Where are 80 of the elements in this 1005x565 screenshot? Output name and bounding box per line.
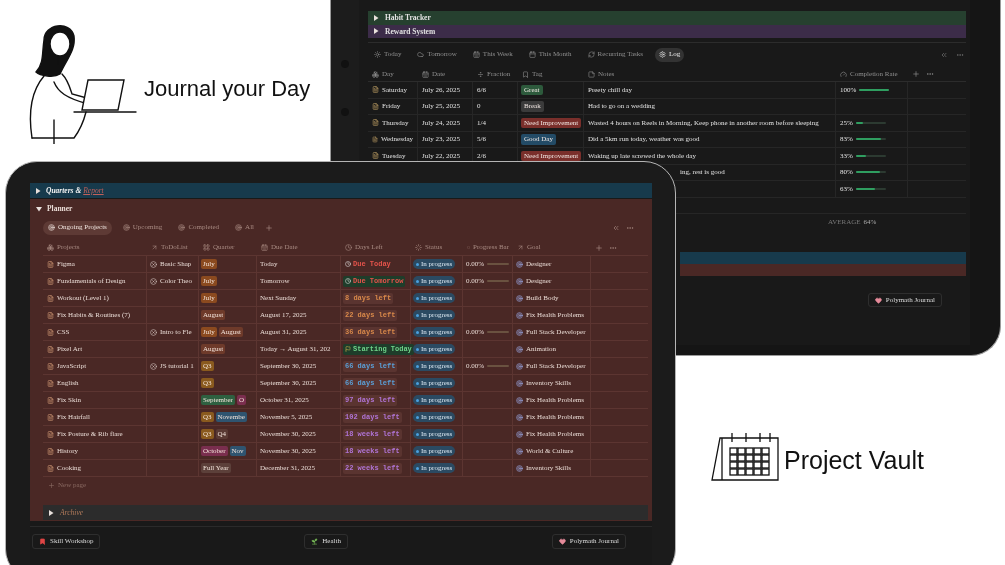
calendar-icon — [472, 51, 480, 58]
target-icon — [516, 277, 523, 285]
bookmark-icon — [522, 70, 529, 78]
calendar-icon — [422, 70, 429, 78]
settings-icon — [659, 51, 667, 58]
page-icon — [47, 413, 54, 421]
sprout-icon — [311, 538, 319, 545]
grid-icon — [203, 244, 210, 251]
target-icon — [516, 447, 523, 455]
close-circle-icon — [150, 277, 157, 285]
loader-icon — [415, 244, 422, 251]
clock-icon — [345, 278, 351, 284]
target-icon — [178, 224, 186, 231]
page-icon — [372, 152, 379, 160]
divide-icon — [477, 70, 484, 78]
page-icon — [47, 464, 54, 472]
target-icon — [516, 379, 523, 387]
page-icon — [47, 447, 54, 455]
refresh-icon — [587, 51, 595, 58]
clock-icon — [345, 244, 352, 251]
page-icon — [47, 345, 54, 353]
arrow-icon — [151, 244, 158, 251]
target-icon — [516, 464, 523, 472]
target-icon — [516, 311, 523, 319]
flag-icon — [345, 346, 351, 352]
target-icon — [516, 345, 523, 353]
target-icon — [516, 294, 523, 302]
page-icon — [47, 328, 54, 336]
headline: Project Vault — [784, 445, 924, 476]
boxes-icon — [372, 70, 379, 78]
toggle-triangle-icon[interactable] — [36, 206, 42, 212]
toggle-triangle-icon[interactable] — [48, 509, 54, 516]
close-circle-icon — [150, 362, 157, 370]
toggle-triangle-icon[interactable] — [35, 187, 41, 194]
add-icon[interactable] — [48, 482, 55, 489]
target-icon — [516, 362, 523, 370]
page-icon — [47, 294, 54, 302]
page-icon — [47, 430, 54, 438]
add-icon[interactable] — [912, 70, 920, 78]
close-circle-icon — [150, 328, 157, 336]
target-icon — [516, 260, 523, 268]
headline: Journal your Day — [144, 75, 311, 103]
page-icon — [47, 260, 54, 268]
gauge-icon — [840, 70, 847, 78]
target-icon — [516, 396, 523, 404]
cloud-icon — [417, 51, 425, 58]
heart-icon — [558, 538, 566, 545]
heart-icon — [874, 296, 882, 304]
target-icon — [235, 224, 243, 231]
calendar-icon — [261, 244, 268, 251]
target-icon — [516, 328, 523, 336]
add-icon[interactable] — [265, 223, 274, 232]
close-circle-icon — [150, 260, 157, 268]
page-icon — [372, 86, 379, 94]
bookmark-icon — [39, 538, 46, 545]
sun-icon — [374, 51, 381, 58]
add-icon[interactable] — [595, 243, 603, 252]
collapse-icon[interactable] — [940, 50, 948, 59]
page-icon — [372, 135, 378, 143]
page-icon — [47, 277, 54, 285]
page-icon — [47, 396, 54, 404]
arrow-icon — [517, 244, 524, 251]
clock-icon — [345, 261, 351, 267]
collapse-icon[interactable] — [612, 223, 620, 232]
boxes-icon — [47, 244, 54, 251]
page-icon — [372, 119, 379, 127]
target-icon — [48, 224, 55, 231]
page-icon — [372, 102, 379, 110]
target-icon — [516, 413, 523, 421]
page-icon — [47, 379, 54, 387]
more-icon[interactable] — [926, 70, 934, 78]
target-icon — [516, 430, 523, 438]
calendar-icon — [528, 51, 536, 58]
toggle-triangle-icon[interactable] — [373, 14, 379, 21]
page-icon — [47, 311, 54, 319]
target-icon — [122, 224, 130, 231]
toggle-triangle-icon[interactable] — [373, 28, 379, 35]
page-icon — [47, 362, 54, 370]
note-icon — [588, 70, 595, 78]
calendar-drawing — [708, 430, 780, 482]
